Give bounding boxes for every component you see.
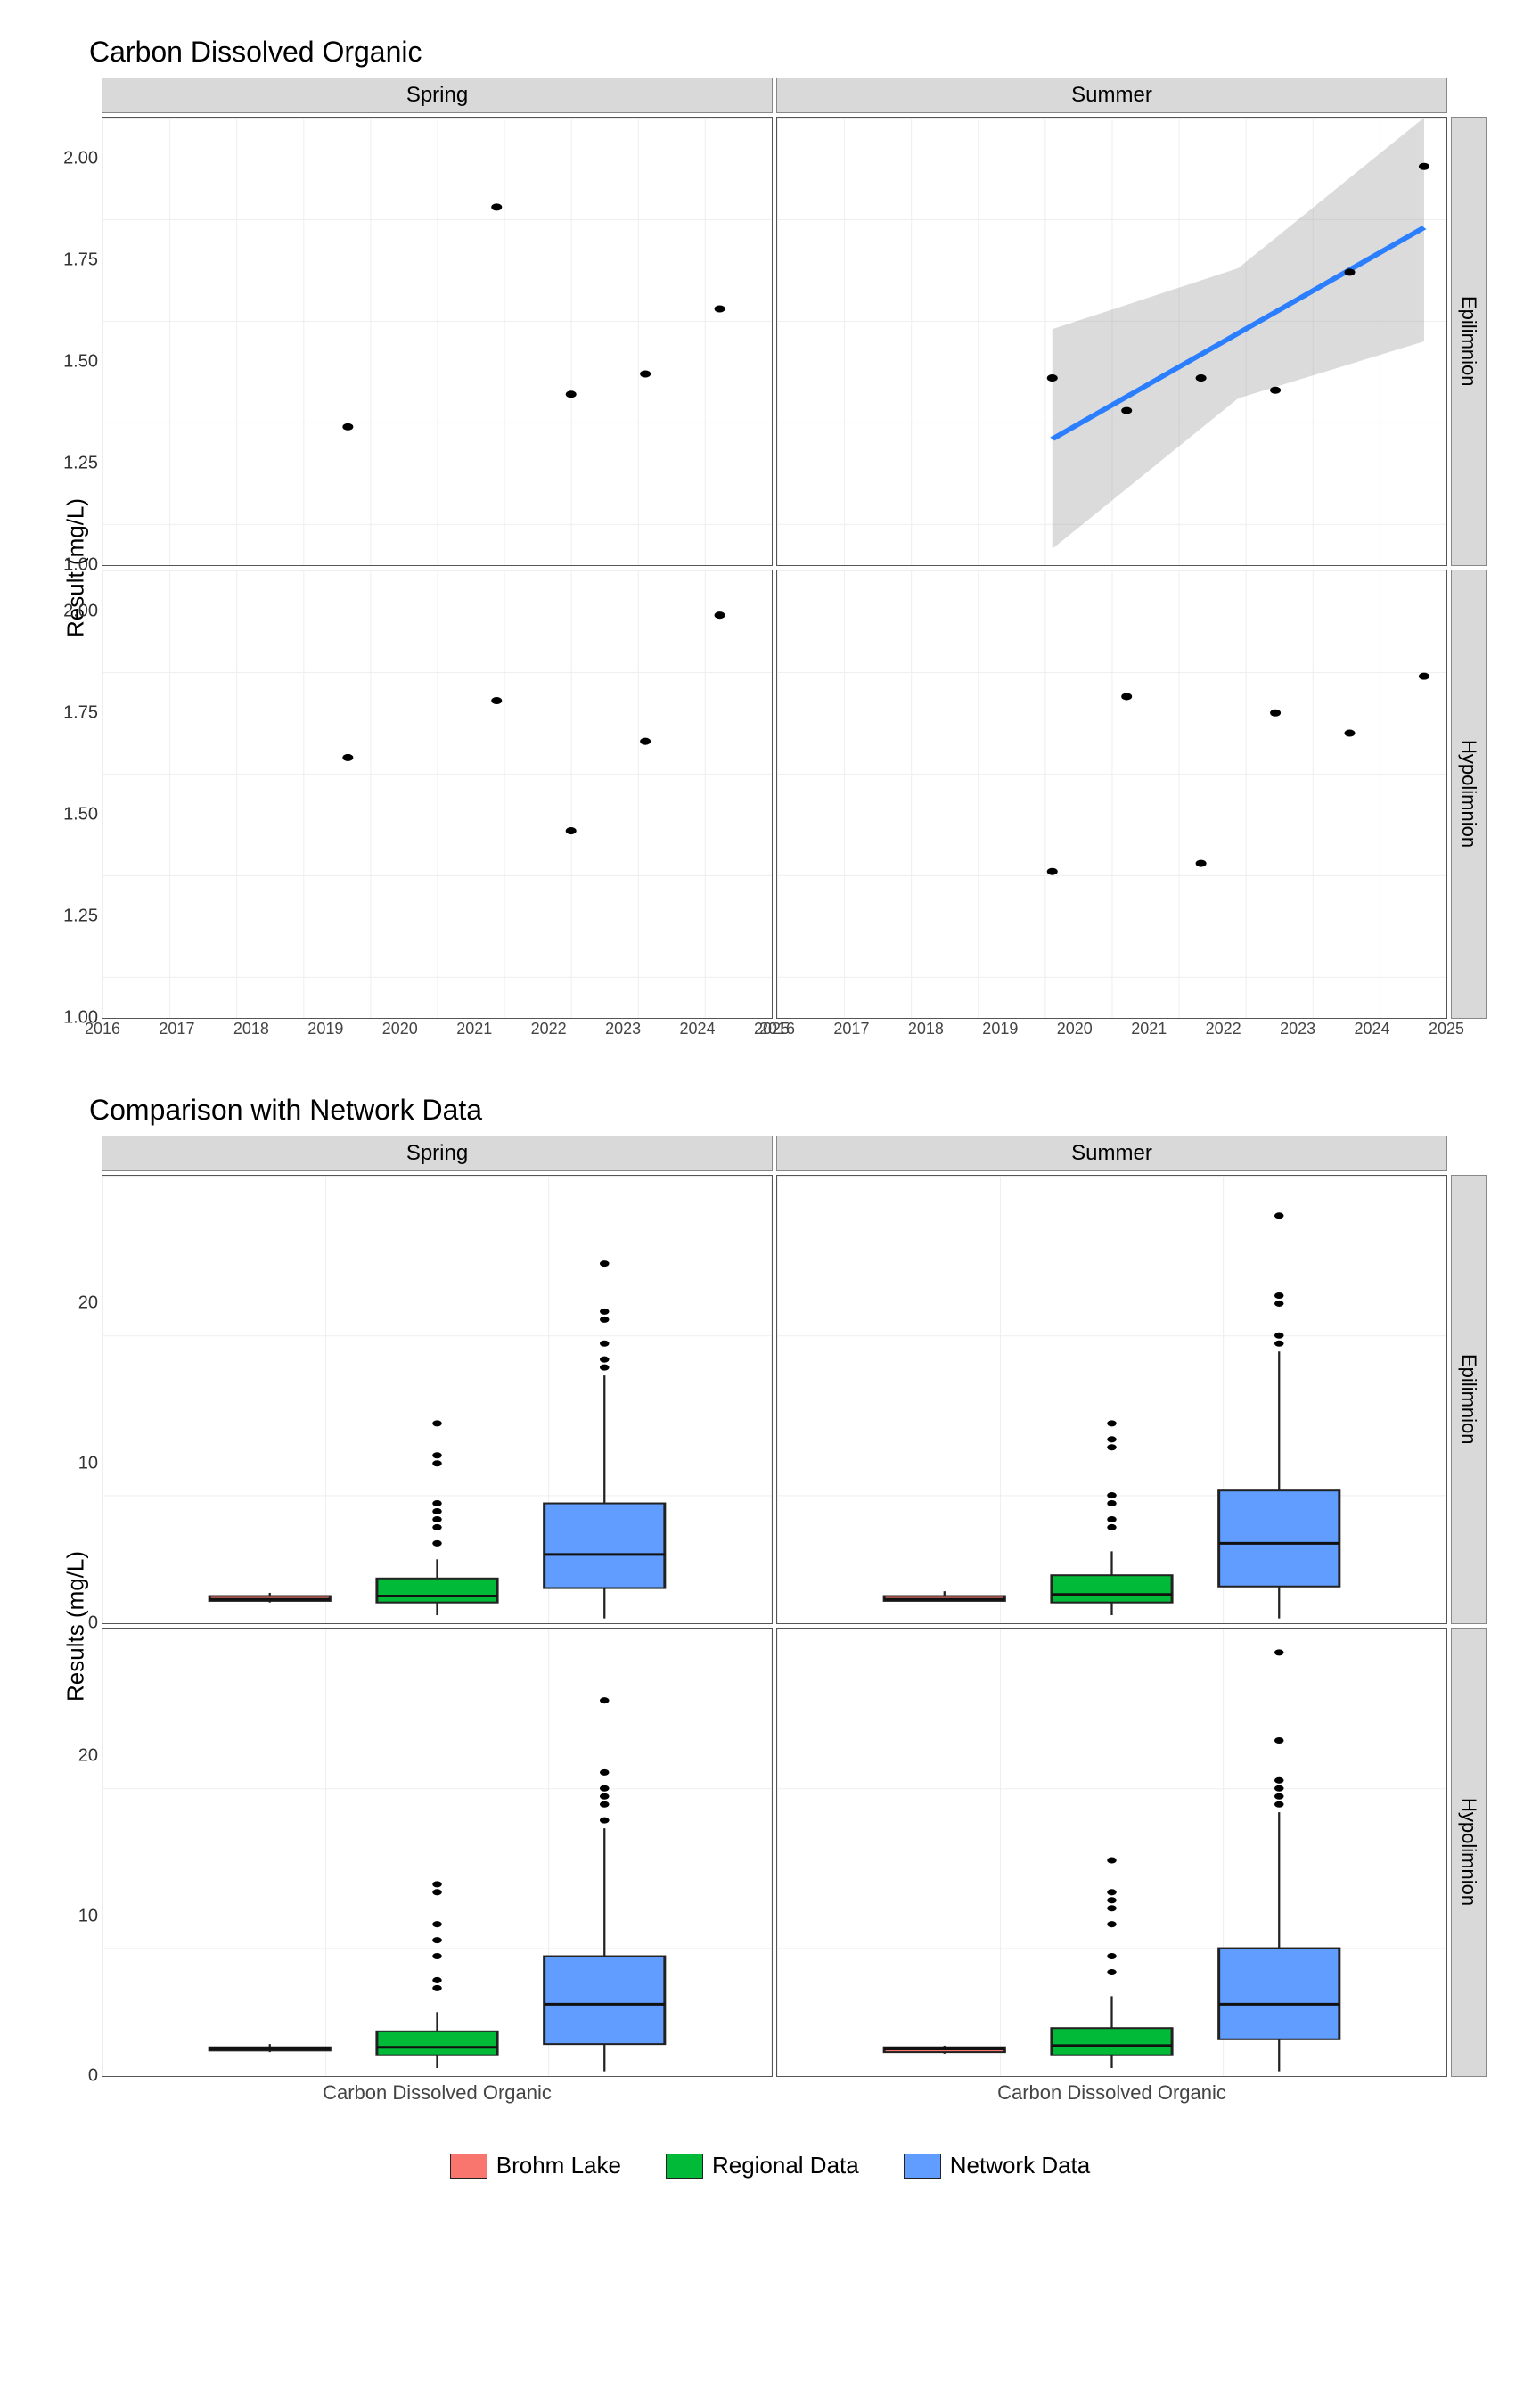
- col-strip-spring: Spring: [102, 78, 773, 113]
- panel-summer-hypolimnion: 2016201720182019202020212022202320242025: [776, 570, 1447, 1019]
- legend-swatch-brohm: [450, 2154, 487, 2179]
- legend-swatch-regional: [666, 2154, 703, 2179]
- box-chart-title: Comparison with Network Data: [89, 1094, 1487, 1127]
- box-col-strip-summer: Summer: [776, 1136, 1447, 1171]
- legend-item-brohm: Brohm Lake: [450, 2152, 621, 2179]
- legend-swatch-network: [904, 2154, 941, 2179]
- panel-spring-hypolimnion: 1.001.251.501.752.00 2016201720182019202…: [102, 570, 773, 1019]
- box-col-strip-spring: Spring: [102, 1136, 773, 1171]
- col-strip-summer: Summer: [776, 78, 1447, 113]
- scatter-facet-grid: Spring Summer Result (mg/L) 1.001.251.50…: [53, 78, 1487, 1058]
- box-panel-spring-epilimnion: 01020: [102, 1175, 773, 1624]
- box-panel-summer-hypolimnion: Carbon Dissolved Organic: [776, 1628, 1447, 2077]
- legend-label: Network Data: [950, 2152, 1091, 2179]
- scatter-chart-title: Carbon Dissolved Organic: [89, 36, 1487, 69]
- box-row-strip-hypolimnion: Hypolimnion: [1451, 1628, 1487, 2077]
- legend-item-network: Network Data: [904, 2152, 1091, 2179]
- legend-label: Regional Data: [712, 2152, 859, 2179]
- legend: Brohm Lake Regional Data Network Data: [53, 2152, 1487, 2179]
- row-strip-hypolimnion: Hypolimnion: [1451, 570, 1487, 1019]
- panel-spring-epilimnion: 1.001.251.501.752.00: [102, 117, 773, 566]
- box-panel-spring-hypolimnion: 01020 Carbon Dissolved Organic: [102, 1628, 773, 2077]
- row-strip-epilimnion: Epilimnion: [1451, 117, 1487, 566]
- box-row-strip-epilimnion: Epilimnion: [1451, 1175, 1487, 1624]
- panel-summer-epilimnion: [776, 117, 1447, 566]
- legend-label: Brohm Lake: [496, 2152, 621, 2179]
- box-facet-grid: Spring Summer Results (mg/L) 01020 Epili…: [53, 1136, 1487, 2116]
- box-panel-summer-epilimnion: [776, 1175, 1447, 1624]
- legend-item-regional: Regional Data: [666, 2152, 859, 2179]
